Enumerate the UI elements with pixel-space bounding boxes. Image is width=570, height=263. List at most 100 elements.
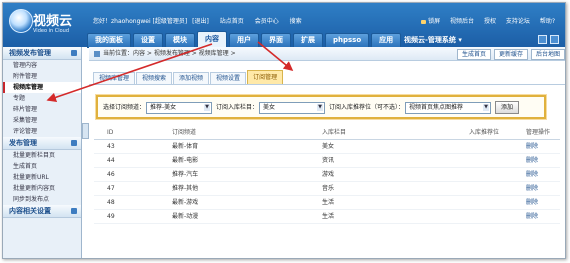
cell-channel: 推荐-汽车 xyxy=(172,171,199,178)
nav-tab-users[interactable]: 用户 xyxy=(229,33,259,48)
help-link[interactable]: 帮助? xyxy=(540,18,555,25)
admin-map-button[interactable]: 后台地图 xyxy=(530,49,565,60)
collapse-icon[interactable] xyxy=(71,50,77,56)
update-cache-button[interactable]: 更新缓存 xyxy=(493,49,528,60)
tab-video-settings[interactable]: 视频设置 xyxy=(210,72,247,84)
table-row: 49 最新-动漫 生活 删除 xyxy=(94,210,560,224)
delete-link[interactable]: 删除 xyxy=(526,196,538,209)
layout-icon[interactable] xyxy=(538,35,547,44)
nav-tab-apps[interactable]: 应用 xyxy=(371,33,402,48)
logout-link[interactable]: [退出] xyxy=(192,18,209,25)
cell-column: 游戏 xyxy=(322,171,335,178)
nav-tab-interface[interactable]: 界面 xyxy=(261,33,291,48)
add-button[interactable]: 添加 xyxy=(495,101,520,114)
sidebar-section-content-settings[interactable]: 内容相关设置 xyxy=(3,205,81,218)
position-label: 订阅入库推荐位（可不选）： xyxy=(329,104,405,111)
table-row: 48 最新-游戏 生活 删除 xyxy=(94,196,560,210)
nav-tab-modules[interactable]: 模块 xyxy=(165,33,195,48)
chevron-down-icon: ▼ xyxy=(483,103,490,111)
header-channel: 订阅频道 xyxy=(172,129,197,136)
cell-channel: 最新-游戏 xyxy=(172,199,199,206)
main-content: 当前位置：内容 > 视频发布管理 > 视频库管理 > 生成首页 更新缓存 后台地图 … xyxy=(89,47,565,258)
sidebar-item-generate-home[interactable]: 生成首页 xyxy=(3,161,81,172)
cell-column: 美女 xyxy=(322,143,335,150)
table-row: 43 最新-体育 美女 删除 xyxy=(94,140,560,154)
column-label: 订阅入库栏目： xyxy=(216,104,259,111)
sidebar-toggle-handle[interactable] xyxy=(82,123,89,139)
nav-tab-content[interactable]: 内容 xyxy=(197,31,227,48)
system-menu[interactable]: 视频云-管理系统 ▾ xyxy=(404,35,462,45)
sidebar-item-attachments[interactable]: 附件管理 xyxy=(3,71,81,82)
sidebar-item-fragments[interactable]: 碎片管理 xyxy=(3,104,81,115)
header-id: ID xyxy=(107,129,114,136)
sidebar-item-manage-content[interactable]: 管理内容 xyxy=(3,60,81,71)
fullscreen-icon[interactable] xyxy=(550,35,559,44)
sidebar-item-update-content-pages[interactable]: 批量更新内容页 xyxy=(3,183,81,194)
member-center-link[interactable]: 会员中心 xyxy=(255,18,279,25)
generate-home-button[interactable]: 生成首页 xyxy=(456,49,491,60)
position-select[interactable]: 视频首页焦点图推荐 ▼ xyxy=(405,101,492,114)
column-select[interactable]: 美女 ▼ xyxy=(259,101,326,114)
nav-tab-extensions[interactable]: 扩展 xyxy=(293,33,323,48)
channel-select-value: 推荐-美女 xyxy=(150,103,177,111)
video-backend-link[interactable]: 视频后台 xyxy=(450,18,474,25)
tab-video-search[interactable]: 视频搜索 xyxy=(136,72,173,84)
sidebar-item-video-library[interactable]: 视频库管理 xyxy=(3,82,81,93)
user-line: 您好！zhaohongwei [超级管理员] [退出] 站点首页 会员中心 搜索 xyxy=(93,16,305,25)
lock-screen-link[interactable]: 锁屏 xyxy=(421,18,440,25)
sidebar-section-title: 发布管理 xyxy=(9,139,37,147)
sidebar-item-update-url[interactable]: 批量更新URL xyxy=(3,172,81,183)
user-greeting: 您好！zhaohongwei [超级管理员] xyxy=(93,18,188,25)
nav-tab-settings[interactable]: 设置 xyxy=(133,33,163,48)
cell-channel: 最新-体育 xyxy=(172,143,199,150)
home-icon xyxy=(94,50,100,57)
sidebar-item-special-topics[interactable]: 专题 xyxy=(3,93,81,104)
sidebar-section-title: 内容相关设置 xyxy=(9,207,51,215)
site-home-link[interactable]: 站点首页 xyxy=(220,18,244,25)
breadcrumb-text: 当前位置：内容 > 视频发布管理 > 视频库管理 > xyxy=(103,50,236,57)
delete-link[interactable]: 删除 xyxy=(526,210,538,223)
sidebar-item-comments[interactable]: 评论管理 xyxy=(3,126,81,137)
header-actions: 管理操作 xyxy=(526,129,551,136)
delete-link[interactable]: 删除 xyxy=(526,140,538,153)
channel-select[interactable]: 推荐-美女 ▼ xyxy=(146,101,213,114)
chevron-down-icon: ▼ xyxy=(204,103,211,111)
support-forum-link[interactable]: 支持论坛 xyxy=(506,18,530,25)
license-link[interactable]: 授权 xyxy=(484,18,496,25)
sidebar-item-collection[interactable]: 采集管理 xyxy=(3,115,81,126)
delete-link[interactable]: 删除 xyxy=(526,168,538,181)
window-controls xyxy=(535,35,559,46)
chevron-down-icon: ▼ xyxy=(317,103,324,111)
table-row: 44 最新-电影 资讯 删除 xyxy=(94,154,560,168)
top-links: 锁屏 视频后台 授权 支持论坛 帮助? xyxy=(413,16,555,25)
tab-add-video[interactable]: 添加视频 xyxy=(173,72,210,84)
delete-link[interactable]: 删除 xyxy=(526,154,538,167)
logo: 视频云 Video in Cloud xyxy=(9,9,89,39)
position-select-value: 视频首页焦点图推荐 xyxy=(409,103,464,111)
delete-link[interactable]: 删除 xyxy=(526,182,538,195)
tab-video-library[interactable]: 视频库管理 xyxy=(93,72,136,84)
search-link[interactable]: 搜索 xyxy=(290,18,302,25)
logo-icon xyxy=(9,9,33,33)
table-header: ID 订阅频道 入库栏目 入库推荐位 管理操作 xyxy=(94,126,560,140)
collapse-icon[interactable] xyxy=(71,140,77,146)
cell-channel: 最新-动漫 xyxy=(172,213,199,220)
cell-id: 43 xyxy=(107,143,115,150)
table-row: 46 推荐-汽车 游戏 删除 xyxy=(94,168,560,182)
cell-column: 生活 xyxy=(322,199,335,206)
lock-screen-label: 锁屏 xyxy=(428,18,441,25)
nav-tab-my-panel[interactable]: 我的面板 xyxy=(87,33,131,48)
brand-name: 视频云 xyxy=(33,14,73,29)
nav-tab-phpsso[interactable]: phpsso xyxy=(325,33,370,48)
cell-channel: 最新-电影 xyxy=(172,157,199,164)
sidebar-section-publish[interactable]: 发布管理 xyxy=(3,137,81,150)
sidebar-item-update-category-pages[interactable]: 批量更新栏目页 xyxy=(3,150,81,161)
cell-column: 资讯 xyxy=(322,157,335,164)
collapse-icon[interactable] xyxy=(71,208,77,214)
sidebar-item-sync-publish-points[interactable]: 同步到发布点 xyxy=(3,194,81,205)
tab-subscription-manage[interactable]: 订阅管理 xyxy=(247,70,284,84)
sidebar-section-video-publish[interactable]: 视频发布管理 xyxy=(3,47,81,60)
header-column: 入库栏目 xyxy=(322,129,347,136)
column-select-value: 美女 xyxy=(263,103,276,111)
app-window: 视频云 Video in Cloud 您好！zhaohongwei [超级管理员… xyxy=(2,2,566,259)
